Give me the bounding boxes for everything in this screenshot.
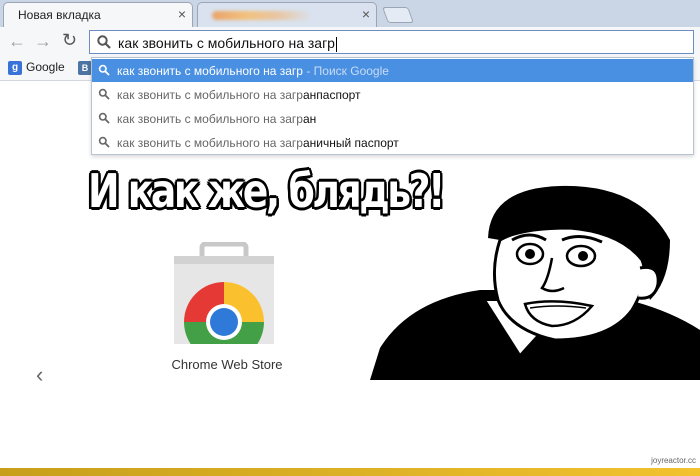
search-icon — [98, 88, 110, 100]
tab-close-icon[interactable]: × — [178, 6, 186, 22]
search-icon — [97, 35, 111, 49]
meme-face-image — [370, 185, 700, 380]
omnibox-suggestions: как звонить с мобильного на загр - Поиск… — [91, 57, 694, 155]
text-caret — [335, 36, 337, 52]
reload-icon[interactable]: ↻ — [62, 30, 77, 51]
new-tab-button[interactable] — [382, 7, 414, 23]
tab-close-icon[interactable]: × — [362, 6, 370, 22]
suggestion-item[interactable]: как звонить с мобильного на заграничный … — [92, 131, 693, 154]
toolbar: ← → ↻ как звонить с мобильного на загр — [0, 27, 700, 57]
tab-background[interactable]: × — [197, 2, 377, 27]
bookmark-vk[interactable]: B — [78, 60, 92, 75]
watermark: joyreactor.cc — [651, 456, 696, 465]
back-arrow-icon[interactable]: ← — [8, 31, 26, 52]
tab-strip: Новая вкладка × × — [0, 0, 700, 27]
chevron-left-icon[interactable]: ‹ — [36, 362, 43, 388]
google-icon: g — [8, 60, 22, 75]
suggestion-item[interactable]: как звонить с мобильного на загран — [92, 107, 693, 130]
blurred-tab-title — [212, 11, 312, 20]
search-icon — [98, 64, 110, 76]
vk-icon: B — [78, 60, 92, 75]
search-icon — [98, 136, 110, 148]
bookmark-google[interactable]: g Google — [8, 60, 65, 75]
tab-title: Новая вкладка — [18, 8, 101, 22]
suggestion-item[interactable]: как звонить с мобильного на загранпаспор… — [92, 83, 693, 106]
address-bar[interactable]: как звонить с мобильного на загр — [89, 30, 694, 54]
forward-arrow-icon[interactable]: → — [34, 31, 52, 52]
chrome-web-store-icon[interactable] — [172, 242, 276, 346]
app-label[interactable]: Chrome Web Store — [160, 357, 294, 372]
suggestion-item[interactable]: как звонить с мобильного на загр - Поиск… — [92, 59, 693, 82]
search-icon — [98, 112, 110, 124]
address-bar-text[interactable]: как звонить с мобильного на загр — [118, 35, 337, 52]
bottom-strip — [0, 468, 700, 476]
tab-new-tab[interactable]: Новая вкладка × — [3, 2, 193, 27]
